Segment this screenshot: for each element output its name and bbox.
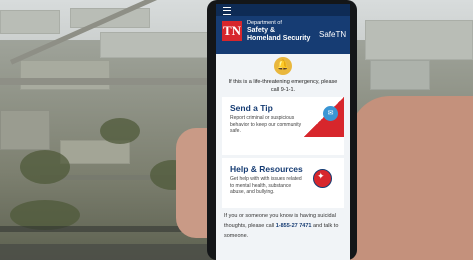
menu-icon[interactable] bbox=[223, 7, 231, 15]
suicide-hotline-text: If you or someone you know is having sui… bbox=[224, 211, 346, 241]
chat-icon: ✉ bbox=[323, 106, 338, 121]
card-title: Send a Tip bbox=[230, 103, 273, 113]
tree-cluster bbox=[20, 150, 70, 184]
bell-icon: 🔔 bbox=[274, 57, 292, 75]
emergency-text: If this is a life-threatening emergency,… bbox=[228, 79, 338, 93]
help-resources-card[interactable]: Help & Resources Get help with with issu… bbox=[222, 158, 344, 208]
department-line2: Safety & bbox=[247, 27, 276, 34]
card-body: Get help with with issues related to men… bbox=[230, 176, 302, 195]
phone-screen: TN Department of Safety & Homeland Secur… bbox=[216, 4, 350, 260]
building bbox=[365, 20, 473, 60]
card-body: Report criminal or suspicious behavior t… bbox=[230, 115, 302, 134]
send-tip-card[interactable]: Send a Tip Report criminal or suspicious… bbox=[222, 97, 344, 155]
road bbox=[0, 78, 210, 85]
building bbox=[0, 110, 50, 150]
building bbox=[0, 10, 60, 34]
building bbox=[100, 32, 210, 58]
building bbox=[20, 60, 110, 90]
tn-logo: TN bbox=[222, 21, 242, 41]
tree-cluster bbox=[100, 118, 140, 144]
building bbox=[370, 60, 430, 90]
department-line3: Homeland Security bbox=[247, 35, 311, 42]
app-name: SafeTN bbox=[319, 30, 347, 39]
app-header: TN Department of Safety & Homeland Secur… bbox=[216, 16, 350, 54]
hotline-link[interactable]: 1-855-27 7471 bbox=[276, 223, 312, 229]
department-name: Department of Safety & Homeland Security bbox=[247, 20, 317, 43]
department-line1: Department of bbox=[247, 20, 282, 26]
status-bar bbox=[216, 4, 350, 16]
tennessee-star-icon bbox=[313, 169, 332, 188]
hand bbox=[350, 96, 473, 260]
card-title: Help & Resources bbox=[230, 164, 303, 174]
